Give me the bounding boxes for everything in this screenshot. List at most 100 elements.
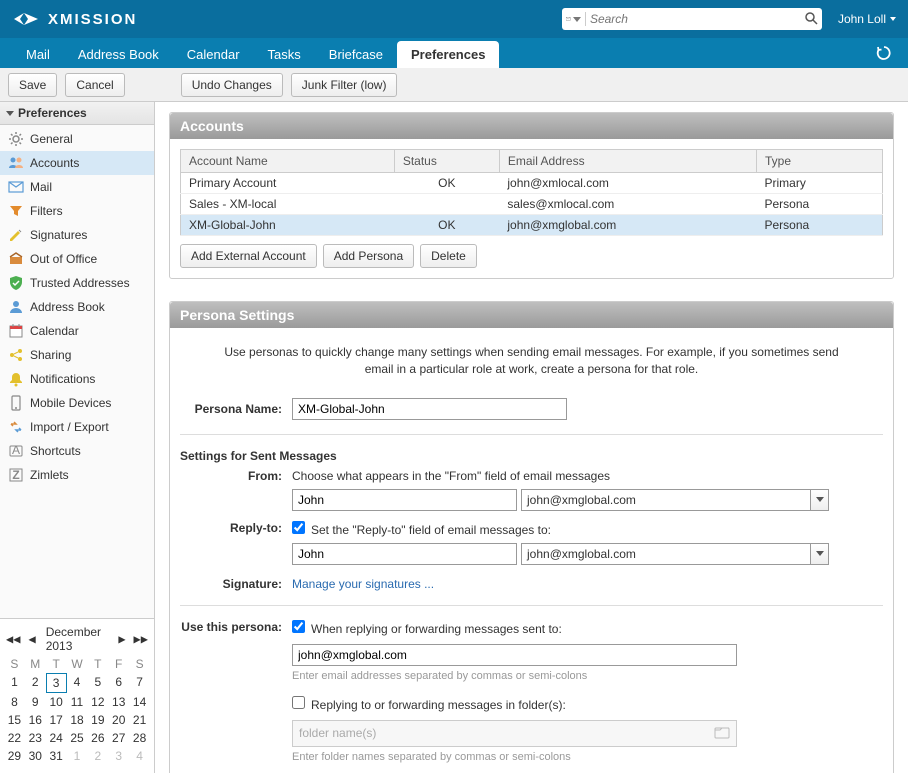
search-icon[interactable]: [804, 11, 818, 28]
junk-filter-button[interactable]: Junk Filter (low): [291, 73, 398, 97]
cal-next-month-icon[interactable]: ▶▶: [132, 632, 150, 646]
sidebar-item-trusted-addresses[interactable]: Trusted Addresses: [0, 271, 154, 295]
cal-day[interactable]: 23: [25, 729, 46, 747]
cal-day[interactable]: 2: [25, 673, 46, 693]
chevron-down-icon[interactable]: [811, 489, 829, 511]
sidebar-item-out-of-office[interactable]: Out of Office: [0, 247, 154, 271]
cal-day[interactable]: 8: [4, 693, 25, 711]
cal-day[interactable]: 11: [67, 693, 88, 711]
sidebar-item-label: Notifications: [30, 372, 95, 386]
persona-name-input[interactable]: [292, 398, 567, 420]
cal-day[interactable]: 14: [129, 693, 150, 711]
chevron-down-icon[interactable]: [811, 543, 829, 565]
persona-name-label: Persona Name:: [180, 402, 292, 416]
sidebar-item-import-export[interactable]: Import / Export: [0, 415, 154, 439]
cal-day[interactable]: 26: [87, 729, 108, 747]
cal-day[interactable]: 24: [46, 729, 67, 747]
cal-day[interactable]: 4: [67, 673, 88, 693]
cal-day[interactable]: 3: [108, 747, 129, 765]
cal-day[interactable]: 2: [87, 747, 108, 765]
table-row[interactable]: XM-Global-JohnOKjohn@xmglobal.comPersona: [181, 215, 883, 236]
cal-day[interactable]: 15: [4, 711, 25, 729]
folder-hint: Enter folder names separated by commas o…: [292, 751, 737, 763]
folder-picker-icon[interactable]: [714, 725, 730, 742]
cal-day[interactable]: 10: [46, 693, 67, 711]
sidebar-item-label: Signatures: [30, 228, 87, 242]
cal-day[interactable]: 29: [4, 747, 25, 765]
from-email-select[interactable]: john@xmglobal.com: [521, 489, 829, 511]
cal-day[interactable]: 9: [25, 693, 46, 711]
search-input[interactable]: [590, 12, 804, 26]
sidebar-item-shortcuts[interactable]: AShortcuts: [0, 439, 154, 463]
cal-day[interactable]: 30: [25, 747, 46, 765]
sidebar-item-signatures[interactable]: Signatures: [0, 223, 154, 247]
tab-calendar[interactable]: Calendar: [173, 41, 254, 68]
tab-preferences[interactable]: Preferences: [397, 41, 499, 68]
from-name-input[interactable]: [292, 489, 517, 511]
accounts-panel: Accounts Account NameStatusEmail Address…: [169, 112, 894, 279]
mini-calendar: ◀◀ ◀ December 2013 ▶ ▶▶ SMTWTFS123456789…: [0, 618, 154, 773]
sidebar-item-zimlets[interactable]: ZZimlets: [0, 463, 154, 487]
cal-day[interactable]: 22: [4, 729, 25, 747]
sidebar-header: Preferences: [0, 102, 154, 125]
sidebar-item-general[interactable]: General: [0, 127, 154, 151]
cal-day[interactable]: 25: [67, 729, 88, 747]
use-persona-checkbox-label[interactable]: When replying or forwarding messages sen…: [292, 622, 562, 636]
sidebar-item-address-book[interactable]: Address Book: [0, 295, 154, 319]
cal-day[interactable]: 4: [129, 747, 150, 765]
tab-tasks[interactable]: Tasks: [254, 41, 315, 68]
sidebar-item-accounts[interactable]: Accounts: [0, 151, 154, 175]
tab-address-book[interactable]: Address Book: [64, 41, 173, 68]
table-row[interactable]: Sales - XM-localsales@xmlocal.comPersona: [181, 194, 883, 215]
cal-day[interactable]: 1: [67, 747, 88, 765]
reply-name-input[interactable]: [292, 543, 517, 565]
cal-day[interactable]: 17: [46, 711, 67, 729]
save-button[interactable]: Save: [8, 73, 57, 97]
use-persona-checkbox[interactable]: [292, 620, 305, 633]
cal-day[interactable]: 21: [129, 711, 150, 729]
cal-day[interactable]: 3: [46, 673, 67, 693]
sidebar-item-sharing[interactable]: Sharing: [0, 343, 154, 367]
cal-day[interactable]: 1: [4, 673, 25, 693]
cal-prev-icon[interactable]: ◀: [26, 632, 37, 646]
cal-day[interactable]: 12: [87, 693, 108, 711]
cal-day[interactable]: 20: [108, 711, 129, 729]
cal-day[interactable]: 6: [108, 673, 129, 693]
add-external-account-button[interactable]: Add External Account: [180, 244, 317, 268]
cancel-button[interactable]: Cancel: [65, 73, 124, 97]
cal-prev-month-icon[interactable]: ◀◀: [4, 632, 22, 646]
search-scope-icon[interactable]: [566, 12, 586, 26]
sidebar-item-calendar[interactable]: Calendar: [0, 319, 154, 343]
cal-next-icon[interactable]: ▶: [116, 632, 127, 646]
sidebar-item-mobile-devices[interactable]: Mobile Devices: [0, 391, 154, 415]
reply-to-checkbox-label[interactable]: Set the "Reply-to" field of email messag…: [292, 523, 551, 537]
cal-day[interactable]: 31: [46, 747, 67, 765]
add-persona-button[interactable]: Add Persona: [323, 244, 414, 268]
delete-account-button[interactable]: Delete: [420, 244, 477, 268]
refresh-icon[interactable]: [872, 41, 896, 68]
undo-changes-button[interactable]: Undo Changes: [181, 73, 283, 97]
reply-to-checkbox[interactable]: [292, 521, 305, 534]
search-box[interactable]: [562, 8, 822, 30]
cal-day[interactable]: 27: [108, 729, 129, 747]
user-menu[interactable]: John Loll: [838, 12, 896, 26]
folder-checkbox-label[interactable]: Replying to or forwarding messages in fo…: [292, 698, 566, 712]
sidebar-item-notifications[interactable]: Notifications: [0, 367, 154, 391]
folder-checkbox[interactable]: [292, 696, 305, 709]
cal-day[interactable]: 13: [108, 693, 129, 711]
tab-mail[interactable]: Mail: [12, 41, 64, 68]
cal-day[interactable]: 18: [67, 711, 88, 729]
reply-email-select[interactable]: john@xmglobal.com: [521, 543, 829, 565]
cal-day[interactable]: 16: [25, 711, 46, 729]
cal-day[interactable]: 7: [129, 673, 150, 693]
use-persona-email-input[interactable]: [292, 644, 737, 666]
tab-briefcase[interactable]: Briefcase: [315, 41, 397, 68]
sidebar-item-mail[interactable]: Mail: [0, 175, 154, 199]
mobile-icon: [8, 395, 24, 411]
cal-day[interactable]: 28: [129, 729, 150, 747]
sidebar-item-filters[interactable]: Filters: [0, 199, 154, 223]
cal-day[interactable]: 19: [87, 711, 108, 729]
cal-day[interactable]: 5: [87, 673, 108, 693]
table-row[interactable]: Primary AccountOKjohn@xmlocal.comPrimary: [181, 173, 883, 194]
manage-signatures-link[interactable]: Manage your signatures ...: [292, 577, 434, 591]
